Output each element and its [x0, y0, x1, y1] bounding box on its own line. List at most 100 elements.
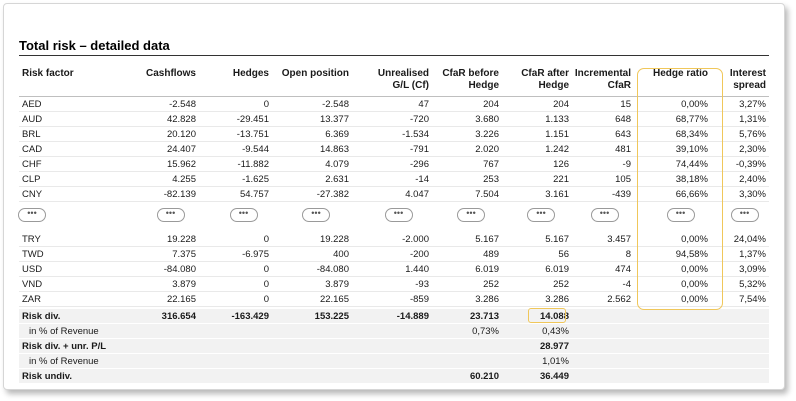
cell-interest-spread: 3,27% — [739, 99, 766, 110]
cell-hedges: -11.882 — [237, 159, 269, 170]
ellipsis-pill[interactable]: ••• — [730, 208, 759, 222]
ellipsis-pill[interactable]: ••• — [229, 208, 258, 222]
cell-hedge-ratio: 0,00% — [681, 279, 708, 290]
cell-open-position: 22.165 — [319, 294, 349, 305]
cell-cfar-after: 3.161 — [545, 189, 569, 200]
header-interest-spread: Interest spread — [709, 68, 766, 92]
cell-cashflows: 19.228 — [166, 234, 196, 245]
cell-hedge-ratio: 68,34% — [675, 129, 708, 140]
cell-open-position: 13.377 — [319, 114, 349, 125]
cell-unrealised: -14 — [415, 174, 429, 185]
summary-label: in % of Revenue — [29, 356, 99, 367]
summary-cfar-after: 14.088 — [539, 311, 569, 322]
cell-open-position: 2.631 — [325, 174, 349, 185]
ellipsis-pill[interactable]: ••• — [590, 208, 619, 222]
cell-hedge-ratio: 74,44% — [675, 159, 708, 170]
ellipsis-pill[interactable]: ••• — [666, 208, 695, 222]
cell-hedges: -1.625 — [242, 174, 269, 185]
summary-label: Risk div. — [22, 311, 61, 322]
summary-cfar-before: 0,73% — [472, 326, 499, 337]
cell-incremental: 2.562 — [607, 294, 631, 305]
cell-cashflows: 42.828 — [166, 114, 196, 125]
cell-incremental: 15 — [620, 99, 631, 110]
cell-incremental: -439 — [611, 189, 631, 200]
cell-risk-factor: CLP — [22, 174, 41, 185]
table-row: TRY 19.228 0 19.228 -2.000 5.167 5.167 3.457 0,0… — [19, 232, 769, 247]
cell-hedge-ratio: 66,66% — [675, 189, 708, 200]
ellipsis-pill[interactable]: ••• — [384, 208, 413, 222]
summary-cfar-after: 0,43% — [542, 326, 569, 337]
cell-cfar-after: 3.286 — [545, 294, 569, 305]
cell-unrealised: -1.534 — [402, 129, 429, 140]
cell-hedges: -9.544 — [242, 144, 269, 155]
table-row: BRL 20.120 -13.751 6.369 -1.534 3.226 1.151 643… — [19, 127, 769, 142]
cell-hedges: 0 — [263, 234, 269, 245]
cell-risk-factor: TRY — [22, 234, 41, 245]
table-header: Risk factor Cashflows Hedges Open positi… — [19, 64, 769, 96]
summary-unrealised: -14.889 — [396, 311, 429, 322]
summary-cashflows: 316.654 — [161, 311, 196, 322]
cell-unrealised: -200 — [409, 249, 429, 260]
cell-incremental: 481 — [615, 144, 631, 155]
cell-incremental: 8 — [625, 249, 631, 260]
ellipsis-pill[interactable]: ••• — [156, 208, 185, 222]
cell-cfar-after: 126 — [553, 159, 569, 170]
cell-incremental: 3.457 — [607, 234, 631, 245]
summary-cfar-before: 60.210 — [469, 371, 499, 382]
cell-cfar-after: 56 — [558, 249, 569, 260]
cell-cfar-before: 7.504 — [475, 189, 499, 200]
table-row: CAD 24.407 -9.544 14.863 -791 2.020 1.242 481 39… — [19, 142, 769, 157]
cell-cfar-before: 204 — [483, 99, 499, 110]
header-incremental-line1: Incremental — [574, 68, 631, 79]
cell-cfar-after: 1.133 — [545, 114, 569, 125]
cell-open-position: 6.369 — [325, 129, 349, 140]
header-cfar-before-line2: Hedge — [468, 80, 499, 91]
cell-interest-spread: 5,76% — [739, 129, 766, 140]
cell-cfar-before: 767 — [483, 159, 499, 170]
cell-unrealised: 4.047 — [405, 189, 429, 200]
report-title: Total risk – detailed data — [19, 38, 170, 53]
cell-unrealised: -296 — [409, 159, 429, 170]
cell-cfar-before: 3.226 — [475, 129, 499, 140]
cell-incremental: -9 — [622, 159, 631, 170]
cell-open-position: -2.548 — [322, 99, 349, 110]
header-incremental: Incremental CfaR — [564, 68, 631, 92]
cell-hedge-ratio: 0,00% — [681, 234, 708, 245]
cell-risk-factor: CNY — [22, 189, 43, 200]
cell-cashflows: -2.548 — [169, 99, 196, 110]
cell-cfar-before: 489 — [483, 249, 499, 260]
cell-cashflows: 3.879 — [172, 279, 196, 290]
cell-hedges: -6.975 — [242, 249, 269, 260]
cell-unrealised: -2.000 — [402, 234, 429, 245]
header-cfar-before-line1: CfaR before — [442, 68, 499, 79]
header-unrealised: Unrealised G/L (Cf) — [354, 68, 429, 92]
cell-cfar-after: 6.019 — [545, 264, 569, 275]
header-unrealised-line2: G/L (Cf) — [392, 80, 429, 91]
title-divider — [19, 55, 769, 56]
cell-cashflows: 15.962 — [166, 159, 196, 170]
ellipsis-pill[interactable]: ••• — [457, 208, 485, 222]
summary-hedges: -163.429 — [231, 311, 269, 322]
summary-row-risk-div-unr: Risk div. + unr. P/L 28.977 — [19, 339, 769, 354]
summary-open-position: 153.225 — [314, 311, 349, 322]
ellipsis-pill[interactable]: ••• — [527, 208, 555, 222]
table-row: CHF 15.962 -11.882 4.079 -296 767 126 -9 74,44% -… — [19, 157, 769, 172]
summary-cfar-after: 1,01% — [542, 356, 569, 367]
cell-hedge-ratio: 0,00% — [681, 294, 708, 305]
summary-label: Risk div. + unr. P/L — [22, 341, 107, 352]
cell-interest-spread: 24,04% — [733, 234, 766, 245]
cell-hedges: -13.751 — [236, 129, 269, 140]
cell-hedges: 0 — [263, 99, 269, 110]
cell-risk-factor: CAD — [22, 144, 43, 155]
cell-risk-factor: VND — [22, 279, 43, 290]
ellipsis-pill[interactable]: ••• — [302, 208, 330, 222]
cell-incremental: 105 — [615, 174, 631, 185]
cell-interest-spread: -0,39% — [735, 159, 766, 170]
ellipsis-pill[interactable]: ••• — [18, 208, 46, 222]
cell-cfar-before: 3.680 — [475, 114, 499, 125]
cell-interest-spread: 1,31% — [739, 114, 766, 125]
cell-hedges: -29.451 — [236, 114, 269, 125]
cell-cfar-after: 1.242 — [545, 144, 569, 155]
cell-cfar-before: 252 — [483, 279, 499, 290]
header-risk-factor: Risk factor — [22, 68, 74, 79]
